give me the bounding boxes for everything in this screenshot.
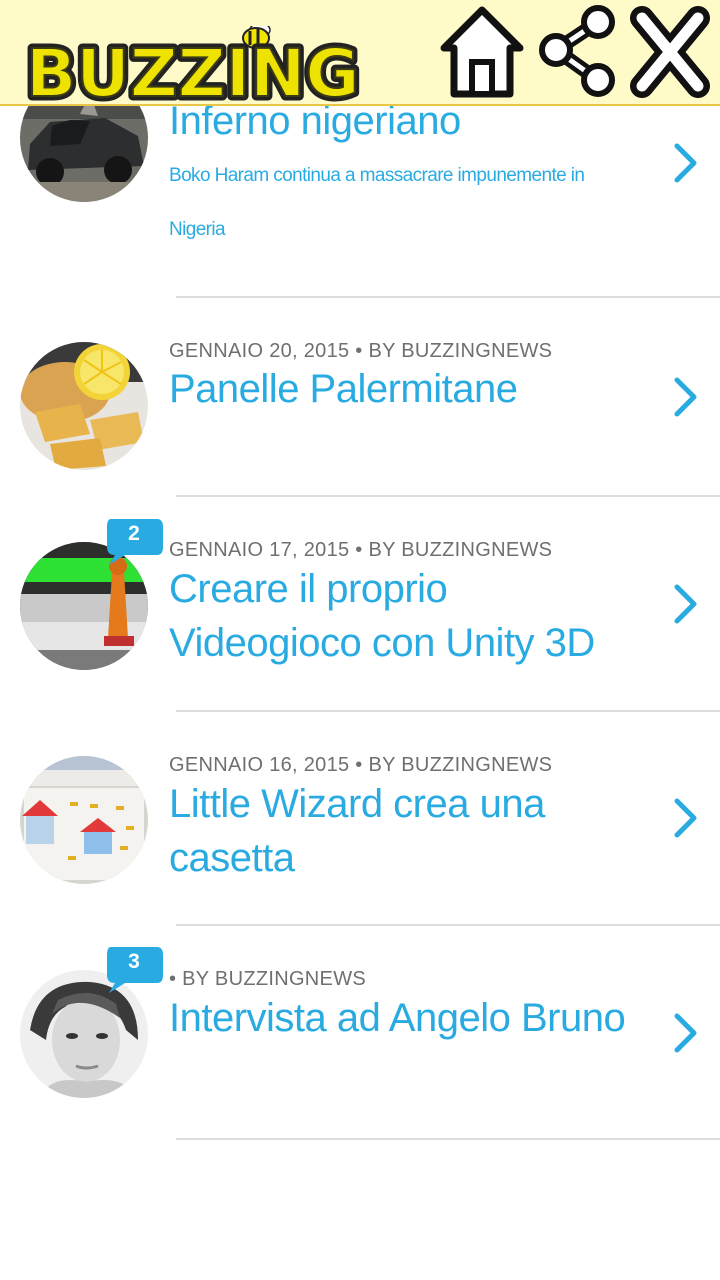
share-button[interactable] bbox=[536, 4, 620, 100]
post-thumbnail-little-wizard bbox=[20, 756, 148, 884]
chevron-right-icon bbox=[672, 583, 700, 625]
chevron-right-icon bbox=[672, 1012, 700, 1054]
share-icon bbox=[539, 5, 615, 97]
list-item[interactable]: 2 GENNAIO 17, 2015 • BY BUZZINGNEWS Crea… bbox=[0, 497, 720, 710]
comment-count-badge: 2 bbox=[103, 517, 165, 567]
post-title: Intervista ad Angelo Bruno bbox=[169, 996, 626, 1040]
list-item[interactable]: GENNAIO 16, 2015 • BY BUZZINGNEWS Little… bbox=[0, 712, 720, 925]
svg-text:BUZZING: BUZZING bbox=[26, 35, 360, 106]
divider bbox=[176, 1138, 720, 1140]
post-meta: GENNAIO 16, 2015 • BY BUZZINGNEWS bbox=[169, 754, 553, 776]
comment-count-badge: 3 bbox=[103, 945, 165, 995]
app-header: BUZZING BUZZING bbox=[0, 0, 720, 106]
post-thumbnail-panelle bbox=[20, 342, 148, 470]
close-button[interactable] bbox=[628, 4, 712, 100]
post-title: Creare il proprio Videogioco con Unity 3… bbox=[169, 567, 595, 665]
list-item[interactable]: 3 • BY BUZZINGNEWS Intervista ad Angelo … bbox=[0, 926, 720, 1139]
post-meta: GENNAIO 20, 2015 • BY BUZZINGNEWS bbox=[169, 340, 553, 362]
close-icon bbox=[630, 6, 710, 98]
chevron-right-icon bbox=[672, 142, 700, 184]
chevron-right-icon bbox=[672, 797, 700, 839]
home-button[interactable] bbox=[440, 4, 524, 100]
app-screen: Inferno nigeriano Boko Haram continua a … bbox=[0, 0, 720, 1280]
home-icon bbox=[440, 6, 524, 98]
post-meta: • BY BUZZINGNEWS bbox=[169, 968, 367, 990]
buzzing-logo[interactable]: BUZZING BUZZING bbox=[24, 26, 414, 106]
post-excerpt: Boko Haram continua a massacrare impunem… bbox=[169, 165, 585, 240]
chevron-right-icon bbox=[672, 376, 700, 418]
post-title: Little Wizard crea una casetta bbox=[169, 782, 545, 880]
post-meta: GENNAIO 17, 2015 • BY BUZZINGNEWS bbox=[169, 539, 553, 561]
post-list: Inferno nigeriano Boko Haram continua a … bbox=[0, 0, 720, 1280]
list-item[interactable]: GENNAIO 20, 2015 • BY BUZZINGNEWS Panell… bbox=[0, 298, 720, 496]
post-title: Panelle Palermitane bbox=[169, 367, 518, 411]
